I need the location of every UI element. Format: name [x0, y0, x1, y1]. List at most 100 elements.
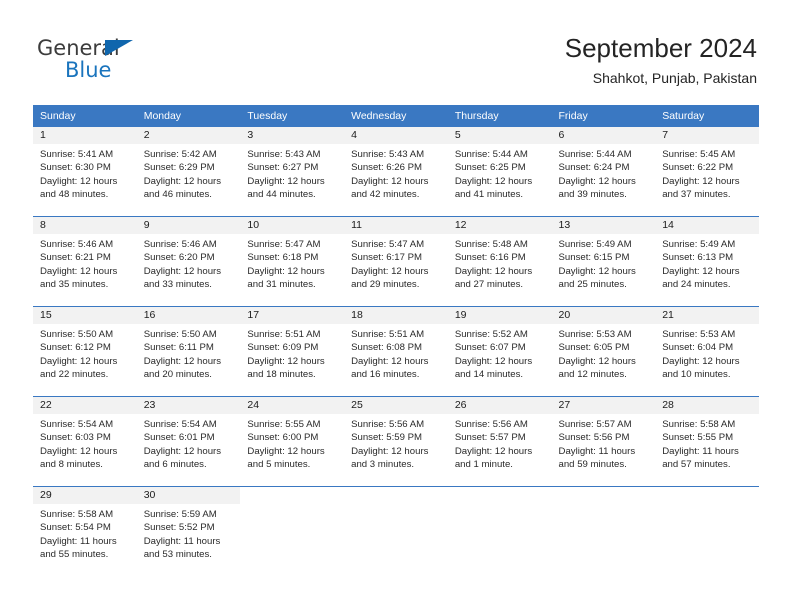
- day-number: 20: [551, 307, 656, 324]
- calendar-day-cell[interactable]: 1 Sunrise: 5:41 AM Sunset: 6:30 PM Daylight…: [33, 127, 137, 217]
- calendar-day-cell[interactable]: 29 Sunrise: 5:58 AM Sunset: 5:54 PM Dayligh…: [33, 486, 137, 576]
- calendar-day-cell[interactable]: 16 Sunrise: 5:50 AM Sunset: 6:11 PM Dayligh…: [136, 306, 241, 397]
- sunset-text: Sunset: 6:07 PM: [454, 342, 526, 354]
- calendar-day-cell[interactable]: 11 Sunrise: 5:47 AM Sunset: 6:17 PM Dayligh…: [344, 216, 448, 307]
- day-sun-info: Sunrise: 5:43 AM Sunset: 6:27 PM Daylight:…: [240, 144, 344, 202]
- sunrise-text: Sunrise: 5:50 AM: [40, 329, 114, 340]
- calendar-day-cell[interactable]: 2 Sunrise: 5:42 AM Sunset: 6:29 PM Daylight…: [136, 127, 241, 217]
- calendar-page: General Blue September 2024 Shahkot, Pun…: [0, 0, 792, 612]
- sunset-text: Sunset: 6:08 PM: [351, 342, 423, 354]
- sunrise-text: Sunrise: 5:58 AM: [662, 419, 736, 430]
- calendar-day-cell[interactable]: 15 Sunrise: 5:50 AM Sunset: 6:12 PM Dayligh…: [33, 306, 137, 397]
- sunset-text: Sunset: 6:04 PM: [662, 342, 734, 354]
- sunrise-text: Sunrise: 5:41 AM: [40, 149, 114, 160]
- sunrise-text: Sunrise: 5:42 AM: [143, 149, 217, 160]
- day-sun-info: Sunrise: 5:56 AM Sunset: 5:59 PM Daylight:…: [344, 414, 448, 472]
- day-cell-inner: 2 Sunrise: 5:42 AM Sunset: 6:29 PM Daylight…: [136, 127, 241, 216]
- day-cell-inner: [552, 487, 656, 576]
- calendar-day-cell[interactable]: 12 Sunrise: 5:48 AM Sunset: 6:16 PM Dayligh…: [447, 216, 552, 307]
- day-cell-inner: 8 Sunrise: 5:46 AM Sunset: 6:21 PM Daylight…: [33, 217, 137, 306]
- daylight-text-line2: and 16 minutes.: [351, 369, 420, 381]
- sunrise-text: Sunrise: 5:53 AM: [558, 329, 632, 340]
- calendar-day-cell[interactable]: 25 Sunrise: 5:56 AM Sunset: 5:59 PM Dayligh…: [344, 396, 448, 487]
- calendar-table: Sunday Monday Tuesday Wednesday Thursday…: [33, 105, 759, 576]
- calendar-day-cell[interactable]: 7 Sunrise: 5:45 AM Sunset: 6:22 PM Daylight…: [655, 127, 759, 217]
- calendar-day-cell[interactable]: 10 Sunrise: 5:47 AM Sunset: 6:18 PM Dayligh…: [240, 216, 345, 307]
- day-sun-info: Sunrise: 5:55 AM Sunset: 6:00 PM Daylight:…: [240, 414, 344, 472]
- sunrise-text: Sunrise: 5:59 AM: [143, 509, 217, 520]
- sunset-text: Sunset: 6:12 PM: [40, 342, 111, 354]
- calendar-day-cell[interactable]: 21 Sunrise: 5:53 AM Sunset: 6:04 PM Dayligh…: [655, 306, 759, 397]
- daylight-text-line2: and 31 minutes.: [247, 279, 316, 291]
- calendar-day-cell[interactable]: 5 Sunrise: 5:44 AM Sunset: 6:25 PM Daylight…: [447, 127, 552, 217]
- weekday-header-saturday: Saturday: [655, 105, 759, 127]
- day-number: 18: [344, 307, 448, 324]
- daylight-text-line2: and 48 minutes.: [40, 189, 109, 201]
- day-number: 3: [240, 127, 345, 144]
- day-cell-inner: 27 Sunrise: 5:57 AM Sunset: 5:56 PM Dayligh…: [551, 397, 656, 486]
- day-cell-inner: 28 Sunrise: 5:58 AM Sunset: 5:55 PM Dayligh…: [655, 397, 759, 486]
- calendar-day-cell[interactable]: 4 Sunrise: 5:43 AM Sunset: 6:26 PM Daylight…: [344, 127, 448, 217]
- calendar-day-cell[interactable]: 13 Sunrise: 5:49 AM Sunset: 6:15 PM Dayligh…: [551, 216, 656, 307]
- calendar-day-cell[interactable]: 19 Sunrise: 5:52 AM Sunset: 6:07 PM Dayligh…: [447, 306, 552, 397]
- day-sun-info: Sunrise: 5:46 AM Sunset: 6:20 PM Daylight:…: [137, 234, 241, 292]
- calendar-day-cell[interactable]: 20 Sunrise: 5:53 AM Sunset: 6:05 PM Dayligh…: [551, 306, 656, 397]
- daylight-text-line2: and 8 minutes.: [40, 459, 103, 471]
- calendar-day-cell: [344, 486, 448, 576]
- sunrise-text: Sunrise: 5:58 AM: [40, 509, 114, 520]
- daylight-text-line1: Daylight: 12 hours: [40, 355, 118, 367]
- calendar-day-cell: [240, 486, 345, 576]
- sunrise-text: Sunrise: 5:44 AM: [454, 149, 528, 160]
- sunset-text: Sunset: 5:52 PM: [143, 522, 215, 534]
- day-number: 27: [551, 397, 656, 414]
- day-cell-inner: 15 Sunrise: 5:50 AM Sunset: 6:12 PM Dayligh…: [33, 307, 137, 396]
- day-number: 15: [33, 307, 137, 324]
- day-cell-inner: [448, 487, 552, 576]
- weekday-header-thursday: Thursday: [447, 105, 552, 127]
- daylight-text-line2: and 59 minutes.: [558, 459, 627, 471]
- daylight-text-line1: Daylight: 12 hours: [40, 265, 118, 277]
- calendar-day-cell[interactable]: 18 Sunrise: 5:51 AM Sunset: 6:08 PM Dayligh…: [344, 306, 448, 397]
- calendar-day-cell[interactable]: 28 Sunrise: 5:58 AM Sunset: 5:55 PM Dayligh…: [655, 396, 759, 487]
- daylight-text-line1: Daylight: 12 hours: [40, 445, 118, 457]
- sunrise-text: Sunrise: 5:54 AM: [143, 419, 217, 430]
- day-sun-info: Sunrise: 5:44 AM Sunset: 6:25 PM Daylight:…: [448, 144, 552, 202]
- day-cell-inner: 5 Sunrise: 5:44 AM Sunset: 6:25 PM Daylight…: [447, 127, 552, 216]
- calendar-day-cell[interactable]: 14 Sunrise: 5:49 AM Sunset: 6:13 PM Dayligh…: [655, 216, 759, 307]
- calendar-day-cell[interactable]: 30 Sunrise: 5:59 AM Sunset: 5:52 PM Dayligh…: [136, 486, 241, 576]
- daylight-text-line1: Daylight: 11 hours: [662, 445, 739, 457]
- calendar-day-cell[interactable]: 22 Sunrise: 5:54 AM Sunset: 6:03 PM Dayligh…: [33, 396, 137, 487]
- day-sun-info: Sunrise: 5:58 AM Sunset: 5:55 PM Daylight:…: [655, 414, 759, 472]
- calendar-day-cell[interactable]: 23 Sunrise: 5:54 AM Sunset: 6:01 PM Dayligh…: [136, 396, 241, 487]
- daylight-text-line2: and 57 minutes.: [662, 459, 731, 471]
- weekday-header-wednesday: Wednesday: [344, 105, 448, 127]
- day-cell-inner: [655, 487, 759, 576]
- sunset-text: Sunset: 6:18 PM: [247, 252, 319, 264]
- calendar-day-cell[interactable]: 17 Sunrise: 5:51 AM Sunset: 6:09 PM Dayligh…: [240, 306, 345, 397]
- calendar-body: 1 Sunrise: 5:41 AM Sunset: 6:30 PM Daylight…: [33, 127, 759, 576]
- sunrise-text: Sunrise: 5:46 AM: [143, 239, 217, 250]
- day-sun-info: Sunrise: 5:51 AM Sunset: 6:09 PM Daylight:…: [240, 324, 344, 382]
- page-title: September 2024: [564, 33, 757, 63]
- weekday-header-tuesday: Tuesday: [240, 105, 345, 127]
- daylight-text-line1: Daylight: 12 hours: [351, 175, 429, 187]
- sunrise-text: Sunrise: 5:44 AM: [558, 149, 632, 160]
- calendar-day-cell[interactable]: 8 Sunrise: 5:46 AM Sunset: 6:21 PM Daylight…: [33, 216, 137, 307]
- daylight-text-line1: Daylight: 12 hours: [454, 445, 533, 457]
- day-cell-inner: [344, 487, 448, 576]
- day-sun-info: Sunrise: 5:50 AM Sunset: 6:11 PM Daylight:…: [137, 324, 241, 382]
- day-cell-inner: [240, 487, 344, 576]
- calendar-day-cell[interactable]: 24 Sunrise: 5:55 AM Sunset: 6:00 PM Dayligh…: [240, 396, 345, 487]
- daylight-text-line1: Daylight: 12 hours: [247, 265, 325, 277]
- calendar-week-row: 22 Sunrise: 5:54 AM Sunset: 6:03 PM Dayligh…: [33, 396, 759, 487]
- calendar-day-cell[interactable]: 6 Sunrise: 5:44 AM Sunset: 6:24 PM Daylight…: [551, 127, 656, 217]
- brand-logo[interactable]: General Blue: [37, 36, 237, 86]
- sunset-text: Sunset: 6:27 PM: [247, 162, 319, 174]
- calendar-day-cell[interactable]: 27 Sunrise: 5:57 AM Sunset: 5:56 PM Dayligh…: [551, 396, 656, 487]
- daylight-text-line1: Daylight: 12 hours: [143, 355, 222, 367]
- calendar-day-cell[interactable]: 26 Sunrise: 5:56 AM Sunset: 5:57 PM Dayligh…: [447, 396, 552, 487]
- calendar-day-cell[interactable]: 9 Sunrise: 5:46 AM Sunset: 6:20 PM Daylight…: [136, 216, 241, 307]
- day-sun-info: Sunrise: 5:49 AM Sunset: 6:15 PM Daylight:…: [552, 234, 656, 292]
- calendar-day-cell[interactable]: 3 Sunrise: 5:43 AM Sunset: 6:27 PM Daylight…: [240, 127, 345, 217]
- day-number: 19: [447, 307, 552, 324]
